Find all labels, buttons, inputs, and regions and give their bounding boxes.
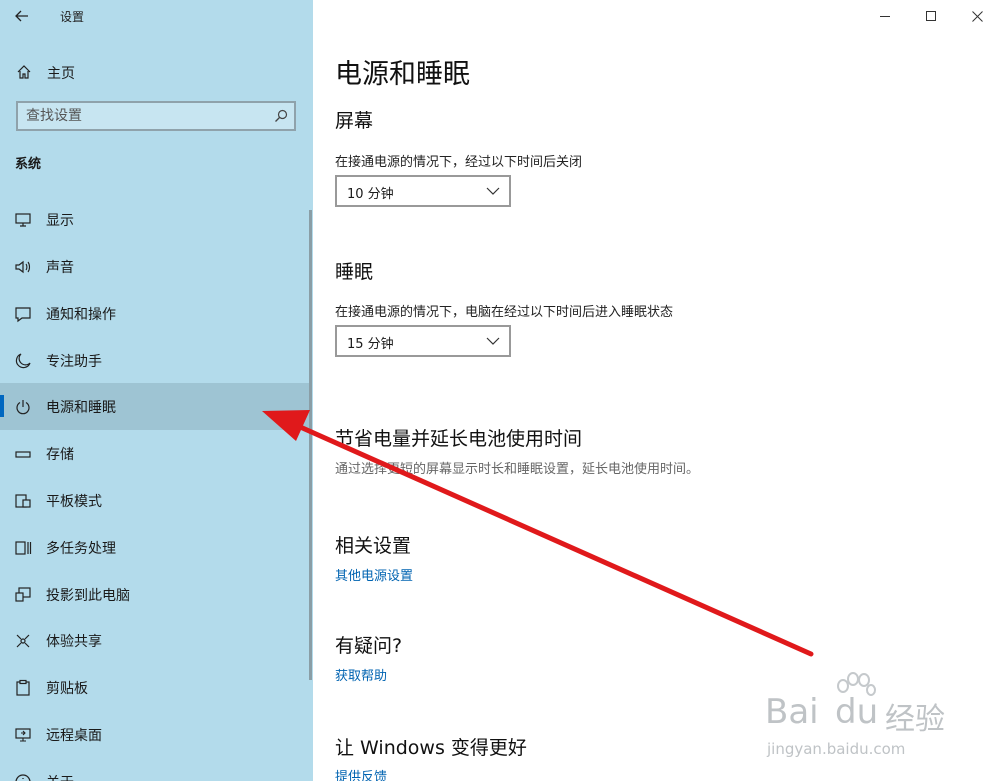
screen-timeout-dropdown[interactable]: 10 分钟 xyxy=(335,175,511,207)
storage-icon xyxy=(15,451,31,458)
sidebar-item-label: 显示 xyxy=(46,213,74,229)
sidebar-item-about[interactable]: 关于 xyxy=(0,758,310,781)
close-icon xyxy=(971,10,983,22)
sidebar-item-remote-desktop[interactable]: 远程桌面 xyxy=(0,711,310,758)
battery-description: 通过选择更短的屏幕显示时长和睡眠设置，延长电池使用时间。 xyxy=(335,462,700,477)
notification-icon xyxy=(15,307,31,323)
screen-heading: 屏幕 xyxy=(335,110,374,132)
screen-description: 在接通电源的情况下，经过以下时间后关闭 xyxy=(335,155,583,170)
sleep-timeout-dropdown[interactable]: 15 分钟 xyxy=(335,325,511,357)
watermark-cn: 经验 xyxy=(885,702,945,737)
sidebar-item-notifications[interactable]: 通知和操作 xyxy=(0,290,310,337)
sidebar-item-project[interactable]: 投影到此电脑 xyxy=(0,571,310,618)
get-help-link[interactable]: 获取帮助 xyxy=(335,665,387,684)
sidebar-item-label: 多任务处理 xyxy=(46,541,116,557)
home-icon xyxy=(17,65,31,79)
screen-timeout-value: 10 分钟 xyxy=(347,187,394,202)
monitor-icon xyxy=(15,213,31,227)
tablet-icon xyxy=(15,494,31,508)
sidebar-item-label: 电源和睡眠 xyxy=(46,400,116,416)
page-title: 电源和睡眠 xyxy=(335,59,470,90)
title-bar: 设置 xyxy=(0,0,313,32)
sidebar-item-label: 存储 xyxy=(46,447,74,463)
maximize-icon xyxy=(925,10,936,21)
project-icon xyxy=(15,587,31,602)
watermark-brand-suffix: du xyxy=(835,692,879,732)
question-heading: 有疑问? xyxy=(335,635,403,657)
power-icon xyxy=(16,400,30,415)
chevron-down-icon xyxy=(486,187,500,195)
sidebar-item-focus-assist[interactable]: 专注助手 xyxy=(0,337,310,384)
sleep-description: 在接通电源的情况下，电脑在经过以下时间后进入睡眠状态 xyxy=(335,305,674,320)
home-label: 主页 xyxy=(47,66,75,82)
selection-indicator xyxy=(0,395,4,417)
sidebar-item-label: 平板模式 xyxy=(46,494,102,510)
app-title: 设置 xyxy=(60,10,85,24)
feedback-heading: 让 Windows 变得更好 xyxy=(335,737,527,759)
sidebar-item-label: 投影到此电脑 xyxy=(46,588,130,604)
sidebar-item-label: 关于 xyxy=(46,772,74,781)
remote-desktop-icon xyxy=(15,728,31,742)
section-title: 系统 xyxy=(15,157,42,172)
close-button[interactable] xyxy=(954,0,1000,32)
sidebar: 设置 主页 系统 显示 声音 通知和操作 专注助手 电源和睡眠 存储 平板模式 xyxy=(0,0,313,781)
search-box[interactable] xyxy=(16,101,296,131)
sidebar-item-sound[interactable]: 声音 xyxy=(0,243,310,290)
sidebar-item-storage[interactable]: 存储 xyxy=(0,430,310,477)
chevron-down-icon xyxy=(486,337,500,345)
sidebar-item-shared-experiences[interactable]: 体验共享 xyxy=(0,617,310,664)
home-link[interactable]: 主页 xyxy=(0,58,313,86)
sidebar-item-label: 声音 xyxy=(46,260,74,276)
back-button[interactable] xyxy=(10,5,34,27)
sidebar-item-label: 专注助手 xyxy=(46,354,102,370)
main-content: 电源和睡眠 屏幕 在接通电源的情况下，经过以下时间后关闭 10 分钟 睡眠 在接… xyxy=(313,0,1000,781)
speaker-icon xyxy=(15,260,31,274)
minimize-icon xyxy=(879,15,890,17)
share-icon xyxy=(16,634,30,648)
watermark-brand: Bai xyxy=(765,692,819,732)
sidebar-item-display[interactable]: 显示 xyxy=(0,196,310,243)
moon-icon xyxy=(15,353,31,369)
sidebar-item-tablet-mode[interactable]: 平板模式 xyxy=(0,477,310,524)
sidebar-item-clipboard[interactable]: 剪贴板 xyxy=(0,664,310,711)
sidebar-item-power-sleep[interactable]: 电源和睡眠 xyxy=(0,383,310,430)
sidebar-item-label: 剪贴板 xyxy=(46,681,88,697)
related-settings-heading: 相关设置 xyxy=(335,535,412,557)
sidebar-scrollbar[interactable] xyxy=(309,210,312,680)
multitask-icon xyxy=(15,541,32,555)
info-icon xyxy=(15,774,31,781)
sidebar-item-label: 通知和操作 xyxy=(46,307,116,323)
maximize-button[interactable] xyxy=(908,0,954,32)
search-input[interactable] xyxy=(26,107,266,125)
watermark-url: jingyan.baidu.com xyxy=(767,740,906,758)
additional-power-settings-link[interactable]: 其他电源设置 xyxy=(335,565,413,584)
sleep-heading: 睡眠 xyxy=(335,261,374,283)
back-arrow-icon xyxy=(15,10,28,22)
baidu-watermark: Bai du 经验 jingyan.baidu.com xyxy=(765,672,965,772)
give-feedback-link[interactable]: 提供反馈 xyxy=(335,766,387,781)
sidebar-item-multitasking[interactable]: 多任务处理 xyxy=(0,524,310,571)
sidebar-item-label: 体验共享 xyxy=(46,634,102,650)
sidebar-item-label: 远程桌面 xyxy=(46,728,102,744)
clipboard-icon xyxy=(16,679,30,696)
search-icon[interactable] xyxy=(274,109,288,123)
sleep-timeout-value: 15 分钟 xyxy=(347,337,394,352)
battery-heading: 节省电量并延长电池使用时间 xyxy=(335,428,583,450)
window-controls xyxy=(862,0,1000,32)
minimize-button[interactable] xyxy=(862,0,908,32)
